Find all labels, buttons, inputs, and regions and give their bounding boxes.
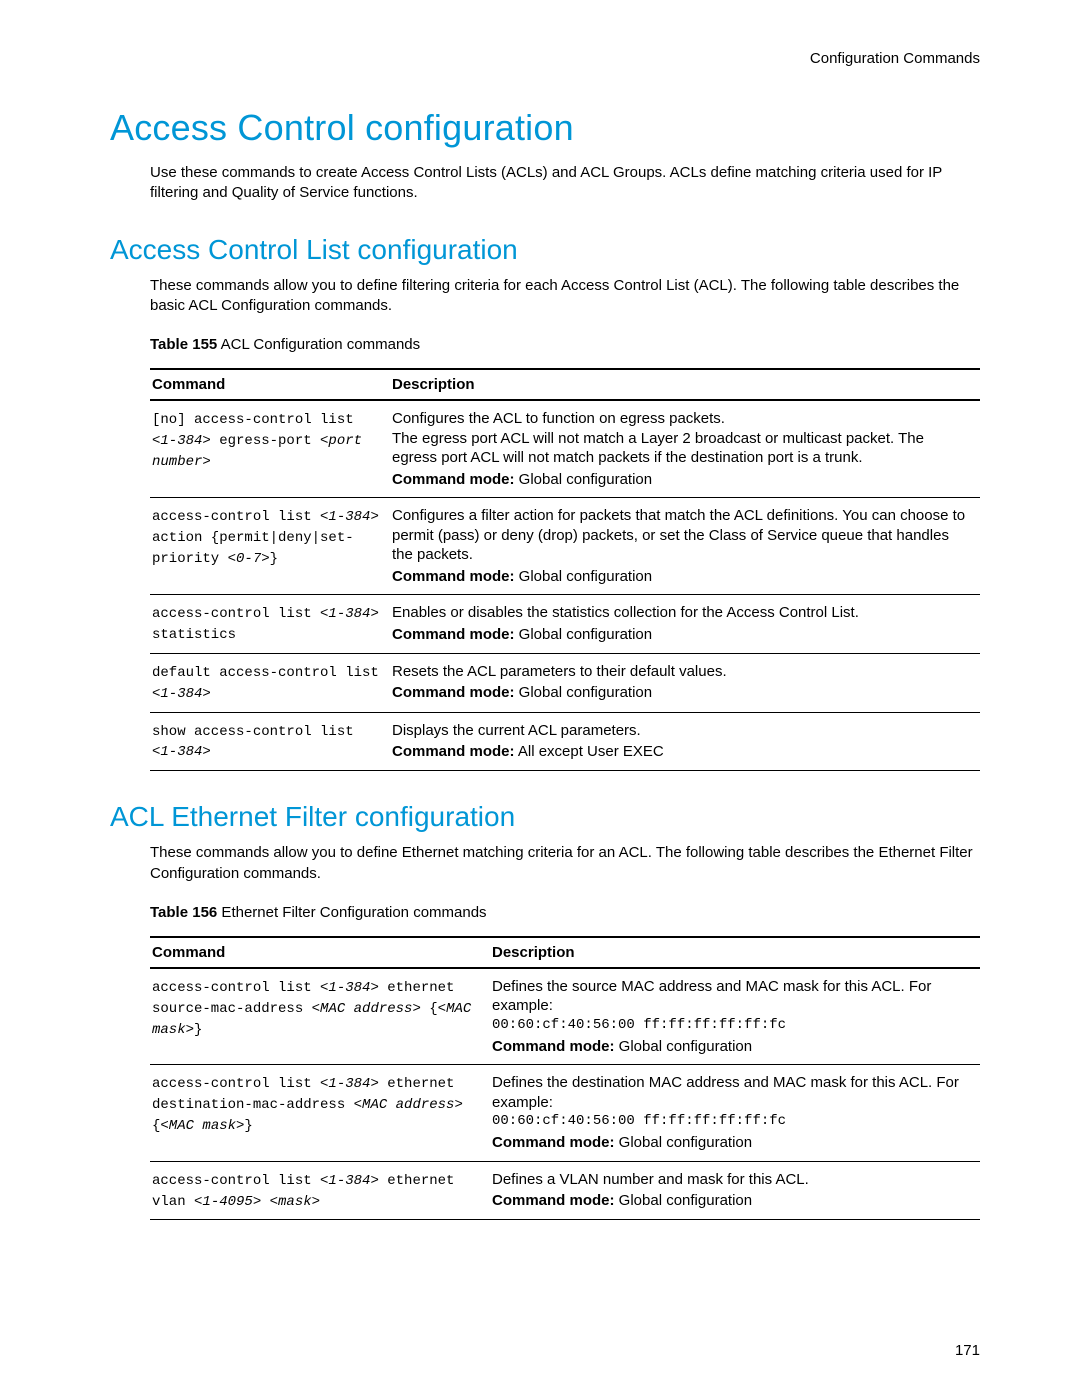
table155-col-description: Description: [390, 369, 980, 400]
example-text: 00:60:cf:40:56:00 ff:ff:ff:ff:ff:fc: [492, 1016, 972, 1035]
command-mode-label: Command mode:: [492, 1134, 615, 1151]
command-mode: Command mode: Global configuration: [392, 683, 972, 703]
table155-col-command: Command: [150, 369, 390, 400]
command-mode-value: Global configuration: [515, 471, 653, 488]
command-mode-label: Command mode:: [492, 1192, 615, 1209]
description-text: Defines a VLAN number and mask for this …: [492, 1171, 809, 1188]
description-text: Displays the current ACL parameters.: [392, 722, 641, 739]
table-row: access-control list <1-384> ethernet vla…: [150, 1161, 980, 1220]
command-mode: Command mode: Global configuration: [392, 625, 972, 645]
table156: Command Description access-control list …: [150, 936, 980, 1221]
page-title: Access Control configuration: [110, 107, 980, 149]
table155-title: ACL Configuration commands: [217, 336, 420, 353]
command-cell: access-control list <1-384> ethernet sou…: [150, 968, 490, 1065]
section-heading-acl-ethernet: ACL Ethernet Filter configuration: [110, 801, 980, 833]
command-mode-label: Command mode:: [392, 684, 515, 701]
table-row: access-control list <1-384> action {perm…: [150, 498, 980, 595]
table156-col-description: Description: [490, 937, 980, 968]
command-mode: Command mode: Global configuration: [492, 1191, 972, 1211]
table155: Command Description [no] access-control …: [150, 368, 980, 771]
description-text: Resets the ACL parameters to their defau…: [392, 663, 727, 680]
command-mode-label: Command mode:: [392, 743, 515, 760]
command-mode-label: Command mode:: [392, 626, 515, 643]
command-mode-value: Global configuration: [615, 1192, 753, 1209]
document-page: Configuration Commands Access Control co…: [0, 0, 1080, 1397]
table-row: default access-control list <1-384>Reset…: [150, 653, 980, 712]
command-cell: access-control list <1-384> action {perm…: [150, 498, 390, 595]
description-text: Configures a filter action for packets t…: [392, 507, 965, 563]
command-cell: access-control list <1-384> ethernet des…: [150, 1065, 490, 1161]
table156-label: Table 156: [150, 904, 217, 921]
description-cell: Defines a VLAN number and mask for this …: [490, 1161, 980, 1220]
table156-caption: Table 156 Ethernet Filter Configuration …: [150, 904, 980, 921]
command-mode-value: Global configuration: [515, 626, 653, 643]
command-mode-value: Global configuration: [615, 1134, 753, 1151]
section-heading-acl-list: Access Control List configuration: [110, 234, 980, 266]
description-cell: Enables or disables the statistics colle…: [390, 595, 980, 654]
command-mode: Command mode: All except User EXEC: [392, 742, 972, 762]
table-row: access-control list <1-384> ethernet des…: [150, 1065, 980, 1161]
command-cell: [no] access-control list <1-384> egress-…: [150, 400, 390, 498]
table-row: access-control list <1-384> statisticsEn…: [150, 595, 980, 654]
command-mode: Command mode: Global configuration: [492, 1037, 972, 1057]
table155-label: Table 155: [150, 336, 217, 353]
page-number: 171: [955, 1342, 980, 1359]
command-mode-label: Command mode:: [492, 1038, 615, 1055]
command-mode-label: Command mode:: [392, 568, 515, 585]
command-mode-label: Command mode:: [392, 471, 515, 488]
command-mode-value: Global configuration: [515, 568, 653, 585]
description-text: Defines the source MAC address and MAC m…: [492, 978, 931, 1015]
command-cell: access-control list <1-384> statistics: [150, 595, 390, 654]
description-text: The egress port ACL will not match a Lay…: [392, 429, 972, 468]
description-text: Enables or disables the statistics colle…: [392, 604, 859, 621]
table155-caption: Table 155 ACL Configuration commands: [150, 336, 980, 353]
table-row: access-control list <1-384> ethernet sou…: [150, 968, 980, 1065]
description-text: Configures the ACL to function on egress…: [392, 410, 725, 427]
table-row: show access-control list <1-384>Displays…: [150, 712, 980, 771]
command-mode: Command mode: Global configuration: [492, 1133, 972, 1153]
section1-intro: These commands allow you to define filte…: [150, 276, 980, 317]
command-mode: Command mode: Global configuration: [392, 470, 972, 490]
description-text: Defines the destination MAC address and …: [492, 1074, 959, 1111]
table156-col-command: Command: [150, 937, 490, 968]
description-cell: Displays the current ACL parameters. Comm…: [390, 712, 980, 771]
description-cell: Defines the destination MAC address and …: [490, 1065, 980, 1161]
page-header-right: Configuration Commands: [110, 50, 980, 67]
command-cell: access-control list <1-384> ethernet vla…: [150, 1161, 490, 1220]
description-cell: Configures the ACL to function on egress…: [390, 400, 980, 498]
command-mode: Command mode: Global configuration: [392, 567, 972, 587]
description-cell: Resets the ACL parameters to their defau…: [390, 653, 980, 712]
command-cell: default access-control list <1-384>: [150, 653, 390, 712]
table156-title: Ethernet Filter Configuration commands: [217, 904, 486, 921]
command-mode-value: All except User EXEC: [515, 743, 664, 760]
section2-intro: These commands allow you to define Ether…: [150, 843, 980, 884]
intro-paragraph: Use these commands to create Access Cont…: [150, 163, 980, 204]
description-cell: Defines the source MAC address and MAC m…: [490, 968, 980, 1065]
example-text: 00:60:cf:40:56:00 ff:ff:ff:ff:ff:fc: [492, 1112, 972, 1131]
table-row: [no] access-control list <1-384> egress-…: [150, 400, 980, 498]
command-cell: show access-control list <1-384>: [150, 712, 390, 771]
command-mode-value: Global configuration: [615, 1038, 753, 1055]
description-cell: Configures a filter action for packets t…: [390, 498, 980, 595]
command-mode-value: Global configuration: [515, 684, 653, 701]
